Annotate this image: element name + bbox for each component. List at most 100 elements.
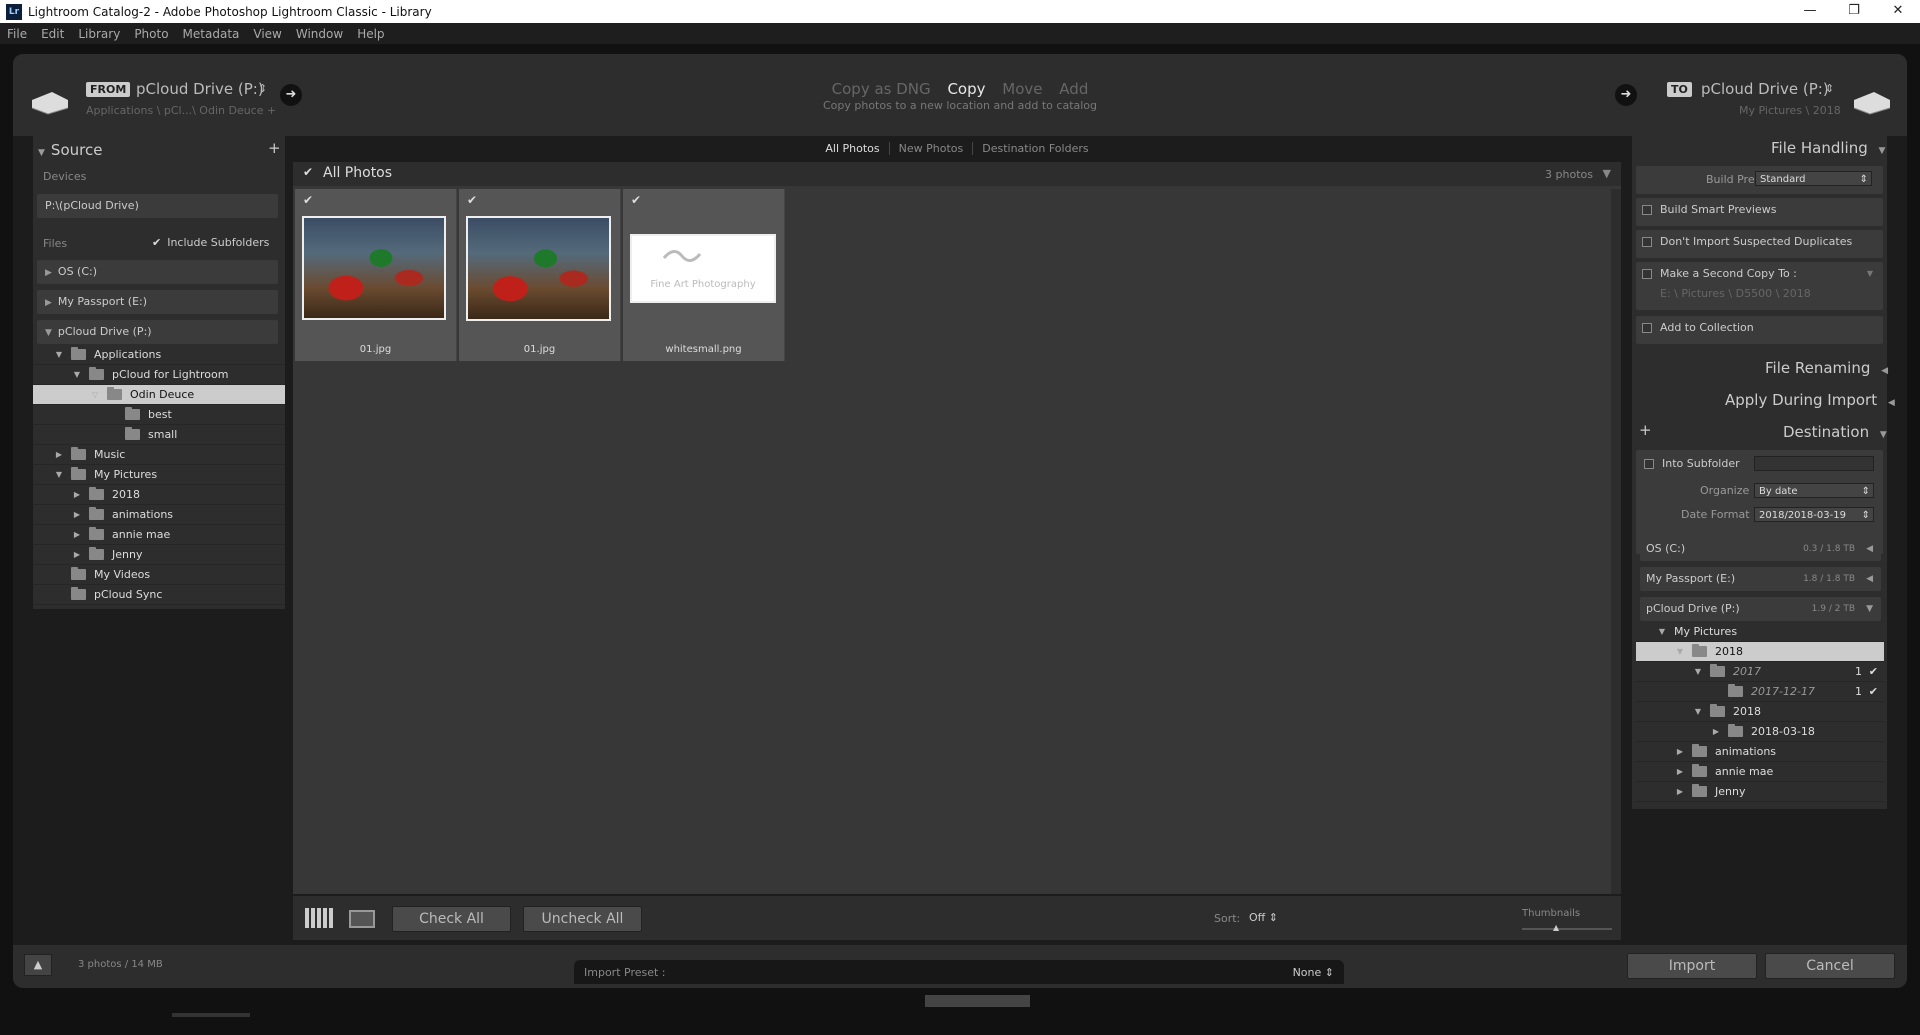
uncheck-all-button[interactable]: Uncheck All <box>523 906 642 932</box>
menu-file[interactable]: File <box>0 27 34 41</box>
source-folder-row[interactable]: My Videos <box>33 565 285 585</box>
dont-import-duplicates-checkbox[interactable] <box>1642 237 1652 247</box>
second-copy-checkbox[interactable] <box>1642 269 1652 279</box>
menu-metadata[interactable]: Metadata <box>176 27 247 41</box>
destination-folder-row[interactable]: ▼ 2017 1 ✔ <box>1636 662 1884 682</box>
filmstrip-scrollbar[interactable] <box>172 1013 250 1017</box>
mode-add[interactable]: Add <box>1059 80 1088 98</box>
destination-drive-icon[interactable] <box>1850 90 1892 116</box>
photo-cell[interactable]: ✔ 01.jpg <box>295 189 457 361</box>
drive-row-e[interactable]: ▶ My Passport (E:) <box>37 290 278 314</box>
photo-thumbnail[interactable] <box>466 216 611 321</box>
close-button[interactable]: ✕ <box>1876 0 1920 23</box>
mode-copy[interactable]: Copy <box>947 80 985 98</box>
expand-triangle-icon[interactable]: ▼ <box>1692 662 1704 682</box>
device-row[interactable]: P:\(pCloud Drive) <box>37 194 278 218</box>
dropdown-triangle-icon[interactable]: ▼ <box>1867 262 1873 286</box>
all-photos-checkbox[interactable]: ✔ <box>303 165 313 179</box>
dont-import-duplicates-row[interactable]: Don't Import Suspected Duplicates <box>1636 230 1883 258</box>
date-format-dropdown[interactable]: 2018/2018-03-19 ⇕ <box>1754 507 1874 522</box>
expand-triangle-icon[interactable]: ▼ <box>1656 622 1668 642</box>
add-destination-button[interactable]: + <box>1639 421 1652 439</box>
add-source-button[interactable]: + <box>268 139 281 157</box>
destination-folder-row[interactable]: ▶ Jenny <box>1636 782 1884 802</box>
expand-triangle-icon[interactable]: ▽ <box>89 385 101 405</box>
import-button[interactable]: Import <box>1627 953 1757 979</box>
destination-folder-row[interactable]: 2017-12-17 1 ✔ <box>1636 682 1884 702</box>
expand-triangle-icon[interactable]: ▼ <box>1692 702 1704 722</box>
filmstrip-handle[interactable] <box>925 995 1030 1007</box>
source-folder-row[interactable]: ▼ My Pictures <box>33 465 285 485</box>
menu-window[interactable]: Window <box>289 27 350 41</box>
expand-triangle-icon[interactable]: ▶ <box>71 545 83 565</box>
build-smart-previews-row[interactable]: Build Smart Previews <box>1636 198 1883 226</box>
grid-scrollbar[interactable] <box>1611 189 1621 894</box>
expand-triangle-icon[interactable]: ▼ <box>1674 642 1686 662</box>
check-all-button[interactable]: Check All <box>392 906 511 932</box>
destination-folder-row[interactable]: ▼ My Pictures <box>1636 622 1884 642</box>
checkmark-icon[interactable]: ✔ <box>1869 682 1878 702</box>
build-previews-dropdown[interactable]: Standard ⇕ <box>1755 171 1872 186</box>
destination-drive-row[interactable]: My Passport (E:) 1.8 / 1.8 TB ◀ <box>1640 567 1881 591</box>
menu-library[interactable]: Library <box>71 27 127 41</box>
destination-drive-row[interactable]: pCloud Drive (P:) 1.9 / 2 TB ▼ <box>1640 597 1881 621</box>
apply-during-import-header[interactable]: Apply During Import ◀ <box>1725 391 1895 409</box>
menu-edit[interactable]: Edit <box>34 27 71 41</box>
into-subfolder-toggle[interactable]: Into Subfolder <box>1644 452 1740 476</box>
source-folder-row[interactable]: ▶ annie mae <box>33 525 285 545</box>
maximize-button[interactable]: ❐ <box>1832 0 1876 23</box>
sort-dropdown[interactable]: Off ⇕ <box>1249 911 1278 924</box>
add-to-collection-checkbox[interactable] <box>1642 323 1652 333</box>
destination-folder-row[interactable]: ▼ 2018 <box>1636 642 1884 662</box>
collapse-triangle-icon[interactable]: ▼ <box>1866 597 1873 621</box>
add-to-collection-row[interactable]: Add to Collection <box>1636 316 1883 344</box>
expand-triangle-icon[interactable]: ▶ <box>71 525 83 545</box>
expand-triangle-icon[interactable]: ▶ <box>1674 742 1686 762</box>
source-folder-row[interactable]: ▶ Jenny <box>33 545 285 565</box>
destination-header[interactable]: Destination ▼ <box>1783 423 1887 441</box>
source-folder-row[interactable]: ▶ 2018 <box>33 485 285 505</box>
destination-drive-name[interactable]: pCloud Drive (P:) <box>1701 80 1829 98</box>
source-folder-row[interactable]: ▽ Odin Deuce <box>33 385 285 405</box>
into-subfolder-checkbox[interactable] <box>1644 459 1654 469</box>
expand-triangle-icon[interactable]: ▶ <box>71 485 83 505</box>
cancel-button[interactable]: Cancel <box>1765 953 1895 979</box>
tab-all-photos[interactable]: All Photos <box>816 142 888 155</box>
source-folder-row[interactable]: best <box>33 405 285 425</box>
subfolder-name-input[interactable] <box>1754 456 1874 471</box>
expand-triangle-icon[interactable]: ▶ <box>1710 722 1722 742</box>
source-folder-row[interactable]: pCloud Sync <box>33 585 285 605</box>
photo-checkbox[interactable]: ✔ <box>303 194 315 206</box>
expand-triangle-icon[interactable]: ▼ <box>71 365 83 385</box>
menu-photo[interactable]: Photo <box>127 27 175 41</box>
source-folder-row[interactable]: ▶ animations <box>33 505 285 525</box>
expand-triangle-icon[interactable]: ▼ <box>53 465 65 485</box>
file-renaming-header[interactable]: File Renaming ◀ <box>1765 359 1888 377</box>
source-folder-row[interactable]: ▼ Applications <box>33 345 285 365</box>
destination-selector-icon[interactable]: ⇕ <box>1825 82 1834 95</box>
build-smart-previews-checkbox[interactable] <box>1642 205 1652 215</box>
destination-folder-row[interactable]: ▶ 2018-03-18 <box>1636 722 1884 742</box>
mode-copy-as-dng[interactable]: Copy as DNG <box>832 80 931 98</box>
photo-cell[interactable]: ✔ 01.jpg <box>459 189 621 361</box>
file-handling-header[interactable]: File Handling ▼ <box>1771 139 1885 157</box>
minimize-button[interactable]: — <box>1788 0 1832 23</box>
photo-checkbox[interactable]: ✔ <box>631 194 643 206</box>
thumbnail-size-slider[interactable] <box>1522 928 1612 930</box>
grid-view-icon[interactable] <box>305 908 333 928</box>
mode-move[interactable]: Move <box>1002 80 1042 98</box>
photo-checkbox[interactable]: ✔ <box>467 194 479 206</box>
menu-view[interactable]: View <box>246 27 288 41</box>
expand-triangle-icon[interactable]: ◀ <box>1866 567 1873 591</box>
destination-folder-row[interactable]: ▶ animations <box>1636 742 1884 762</box>
destination-drive-row[interactable]: OS (C:) 0.3 / 1.8 TB ◀ <box>1640 537 1881 561</box>
source-folder-row[interactable]: ▶ Music <box>33 445 285 465</box>
photo-cell[interactable]: ✔ Fine Art Photography whitesmall.png <box>623 189 785 361</box>
source-folder-row[interactable]: small <box>33 425 285 445</box>
destination-folder-row[interactable]: ▼ 2018 <box>1636 702 1884 722</box>
tab-new-photos[interactable]: New Photos <box>888 141 973 155</box>
destination-folder-row[interactable]: ▶ annie mae <box>1636 762 1884 782</box>
expand-triangle-icon[interactable]: ▼ <box>53 345 65 365</box>
photo-thumbnail[interactable]: Fine Art Photography <box>630 234 776 303</box>
expand-triangle-icon[interactable]: ▶ <box>71 505 83 525</box>
